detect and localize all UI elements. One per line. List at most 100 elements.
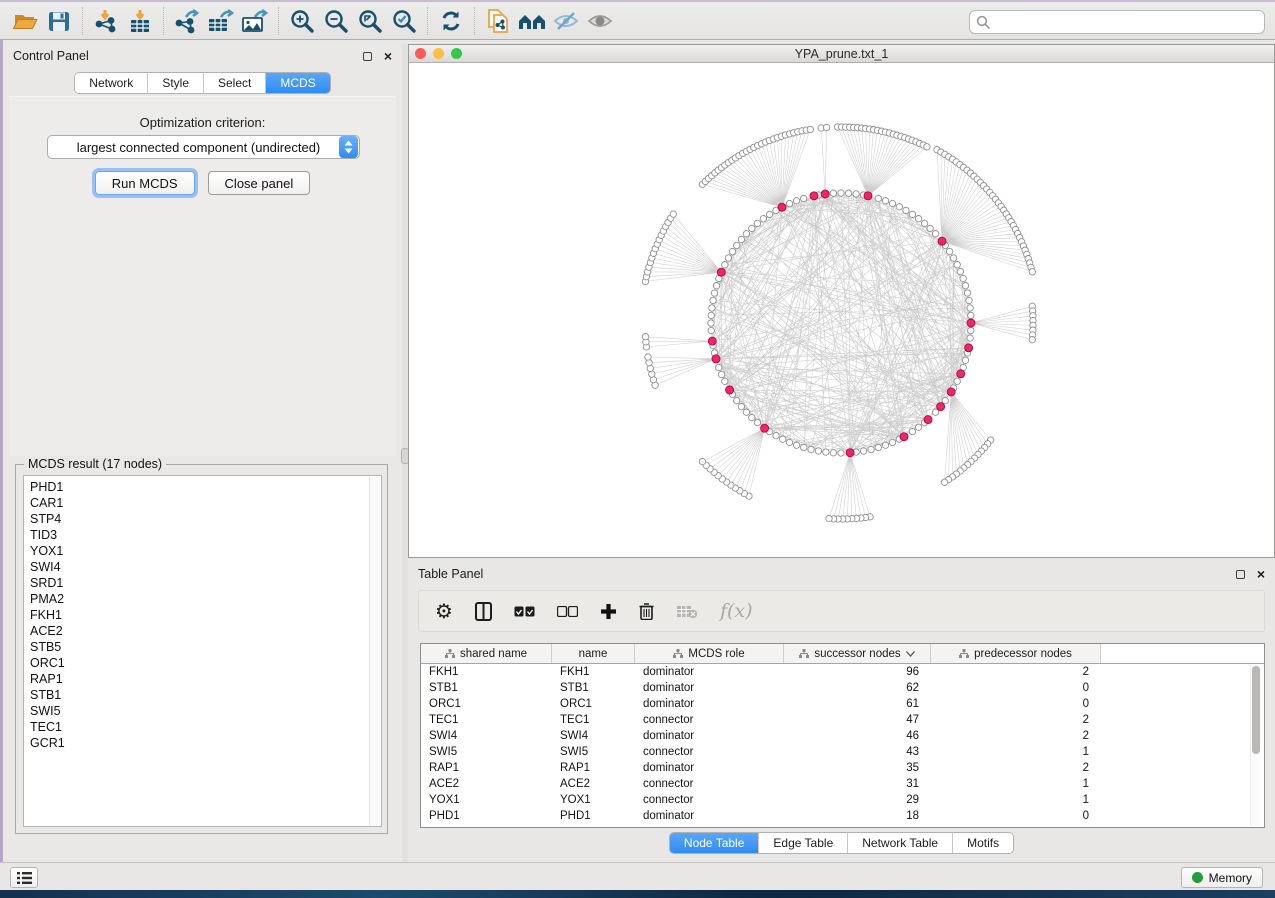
network-node[interactable] <box>960 275 966 281</box>
table-row[interactable]: ORC1ORC1dominator610 <box>421 696 1264 712</box>
column-header-MCDS-role[interactable]: MCDS role <box>635 644 784 663</box>
zoom-fit-button[interactable] <box>353 6 387 36</box>
export-network-button[interactable] <box>170 6 204 36</box>
network-node[interactable] <box>941 479 947 485</box>
network-canvas[interactable] <box>409 63 1274 557</box>
network-node[interactable] <box>942 397 948 403</box>
search-input[interactable] <box>969 10 1265 34</box>
network-node[interactable] <box>743 409 749 415</box>
network-node[interactable] <box>967 305 973 311</box>
zoom-selected-button[interactable] <box>387 6 421 36</box>
network-node[interactable] <box>793 442 799 448</box>
close-panel-icon[interactable]: × <box>1257 567 1265 581</box>
column-header-name[interactable]: name <box>552 644 635 663</box>
float-panel-icon[interactable] <box>363 52 372 61</box>
network-node[interactable] <box>962 283 968 289</box>
mcds-result-item[interactable]: RAP1 <box>30 671 381 687</box>
table-row[interactable]: PHD1PHD1dominator180 <box>421 808 1264 824</box>
network-node[interactable] <box>786 439 792 445</box>
import-network-button[interactable] <box>89 6 123 36</box>
network-node[interactable] <box>718 371 724 377</box>
mcds-result-item[interactable]: STB1 <box>30 687 381 703</box>
network-node[interactable] <box>909 211 915 217</box>
network-node[interactable] <box>860 448 866 454</box>
network-node[interactable] <box>932 231 938 237</box>
network-node[interactable] <box>749 225 755 231</box>
network-node[interactable] <box>734 397 740 403</box>
network-node[interactable] <box>670 211 676 217</box>
mcds-result-item[interactable]: SWI4 <box>30 559 381 575</box>
network-node[interactable] <box>896 204 902 210</box>
mcds-result-item[interactable]: GCR1 <box>30 735 381 751</box>
table-row[interactable]: TEC1TEC1connector472 <box>421 712 1264 728</box>
mcds-result-item[interactable]: ACE2 <box>30 623 381 639</box>
network-node[interactable] <box>738 403 744 409</box>
network-node[interactable] <box>711 290 717 296</box>
network-node[interactable] <box>868 446 874 452</box>
network-node[interactable] <box>903 207 909 213</box>
network-node[interactable] <box>957 268 963 274</box>
network-node[interactable] <box>734 242 740 248</box>
mcds-result-item[interactable]: STB5 <box>30 639 381 655</box>
tab-network-table[interactable]: Network Table <box>847 833 952 853</box>
network-node[interactable] <box>780 436 786 442</box>
network-node[interactable] <box>889 200 895 206</box>
column-header-successor-nodes[interactable]: successor nodes <box>784 644 931 663</box>
network-node[interactable] <box>909 428 915 434</box>
network-node[interactable] <box>754 220 760 226</box>
network-node[interactable] <box>722 378 728 384</box>
network-node[interactable] <box>801 444 807 450</box>
mcds-result-item[interactable]: STP4 <box>30 511 381 527</box>
network-node[interactable] <box>924 144 930 150</box>
show-all-button[interactable] <box>583 6 617 36</box>
delete-column-button[interactable] <box>639 596 654 626</box>
memory-button[interactable]: Memory <box>1181 867 1263 888</box>
mcds-result-item[interactable]: PMA2 <box>30 591 381 607</box>
network-node[interactable] <box>946 248 952 254</box>
network-node[interactable] <box>645 354 651 360</box>
mcds-dominator-node[interactable] <box>708 337 716 345</box>
unselect-all-columns-button[interactable] <box>557 596 578 626</box>
mcds-dominator-node[interactable] <box>717 268 725 276</box>
network-node[interactable] <box>962 357 968 363</box>
table-scrollbar-thumb[interactable] <box>1252 666 1260 754</box>
network-node[interactable] <box>708 312 714 318</box>
mcds-dominator-node[interactable] <box>938 237 946 245</box>
table-row[interactable]: STB1STB1dominator620 <box>421 680 1264 696</box>
network-node[interactable] <box>749 414 755 420</box>
network-node[interactable] <box>807 126 813 132</box>
mcds-result-item[interactable]: YOX1 <box>30 543 381 559</box>
network-node[interactable] <box>915 216 921 222</box>
network-node[interactable] <box>709 305 715 311</box>
mcds-result-item[interactable]: CAR1 <box>30 495 381 511</box>
mcds-dominator-node[interactable] <box>761 424 769 432</box>
mcds-result-item[interactable]: ORC1 <box>30 655 381 671</box>
mcds-result-item[interactable]: TID3 <box>30 527 381 543</box>
apply-layout-button[interactable] <box>434 6 468 36</box>
network-node[interactable] <box>915 424 921 430</box>
network-node[interactable] <box>950 255 956 261</box>
network-node[interactable] <box>875 444 881 450</box>
network-node[interactable] <box>968 312 974 318</box>
network-node[interactable] <box>729 248 735 254</box>
network-node[interactable] <box>830 450 836 456</box>
network-node[interactable] <box>738 236 744 242</box>
network-node[interactable] <box>838 450 844 456</box>
export-image-button[interactable] <box>238 6 272 36</box>
show-columns-button[interactable] <box>475 596 492 626</box>
save-session-button[interactable] <box>42 6 76 36</box>
network-node[interactable] <box>967 335 973 341</box>
table-row[interactable]: RAP1RAP1dominator352 <box>421 760 1264 776</box>
network-node[interactable] <box>722 262 728 268</box>
table-row[interactable]: FKH1FKH1dominator962 <box>421 664 1264 680</box>
network-node[interactable] <box>826 515 832 521</box>
mcds-dominator-node[interactable] <box>965 344 973 352</box>
network-node[interactable] <box>801 195 807 201</box>
hide-selected-button[interactable] <box>549 6 583 36</box>
network-node[interactable] <box>708 320 714 326</box>
mcds-dominator-node[interactable] <box>967 319 975 327</box>
network-node[interactable] <box>642 334 648 340</box>
network-node[interactable] <box>954 262 960 268</box>
network-node[interactable] <box>808 446 814 452</box>
network-node[interactable] <box>1029 269 1035 275</box>
